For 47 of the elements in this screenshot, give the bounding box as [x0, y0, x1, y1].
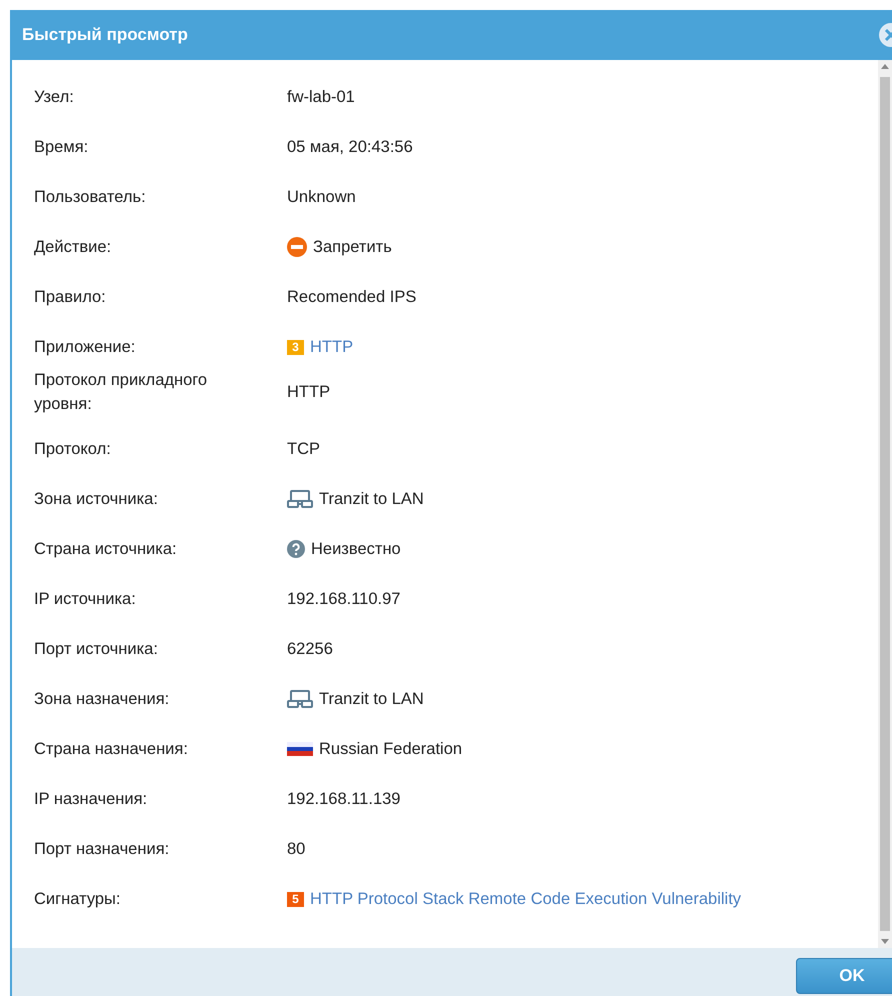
field-label: Правило:	[34, 287, 107, 308]
network-zone-icon	[287, 689, 313, 709]
field-value: HTTP	[287, 382, 330, 403]
field-value: 80	[287, 839, 306, 860]
field-value: TCP	[287, 439, 320, 460]
field-label: Время:	[34, 137, 90, 158]
flag-icon	[287, 742, 313, 756]
field-value: Запретить	[313, 237, 392, 258]
scroll-down-icon[interactable]	[881, 939, 889, 944]
field-label: Действие:	[34, 237, 112, 258]
field-link[interactable]: HTTP Protocol Stack Remote Code Execution Vulnerability	[310, 887, 742, 911]
field-label: IP назначения:	[34, 789, 148, 810]
field-value: Tranzit to LAN	[319, 689, 424, 710]
field-label: Страна источника:	[34, 539, 178, 560]
network-zone-icon	[287, 489, 313, 509]
field-link[interactable]: HTTP	[310, 335, 354, 359]
field-label: Протокол прикладного уровня:	[34, 370, 208, 415]
field-label: Порт назначения:	[34, 839, 170, 860]
field-value: Russian Federation	[319, 739, 462, 760]
field-value: Recomended IPS	[287, 287, 416, 308]
scroll-thumb[interactable]	[880, 77, 890, 931]
field-label: IP источника:	[34, 589, 137, 610]
field-value: Tranzit to LAN	[319, 489, 424, 510]
field-label: Порт источника:	[34, 639, 159, 660]
field-label: Пользователь:	[34, 187, 147, 208]
dialog-title: Быстрый просмотр	[22, 24, 188, 46]
field-label: Приложение:	[34, 337, 136, 358]
field-value: 192.168.11.139	[287, 789, 400, 810]
field-label: Сигнатуры:	[34, 889, 122, 910]
question-icon	[287, 540, 305, 558]
scrollbar[interactable]	[878, 60, 892, 948]
field-value: Unknown	[287, 187, 356, 208]
field-value: Неизвестно	[311, 539, 401, 560]
field-value: 05 мая, 20:43:56	[287, 137, 413, 158]
ok-button[interactable]: OK	[796, 958, 892, 994]
deny-icon	[287, 237, 307, 257]
field-label: Узел:	[34, 87, 75, 108]
field-value: 192.168.110.97	[287, 589, 400, 610]
risk-level-badge: 5	[287, 892, 304, 906]
field-label: Зона источника:	[34, 489, 159, 510]
field-label: Протокол:	[34, 439, 112, 460]
field-label: Страна назначения:	[34, 739, 189, 760]
scroll-up-icon[interactable]	[881, 64, 889, 69]
field-label: Зона назначения:	[34, 689, 170, 710]
risk-level-badge: 3	[287, 340, 304, 354]
field-value: 62256	[287, 639, 333, 660]
field-value: fw-lab-01	[287, 87, 355, 108]
